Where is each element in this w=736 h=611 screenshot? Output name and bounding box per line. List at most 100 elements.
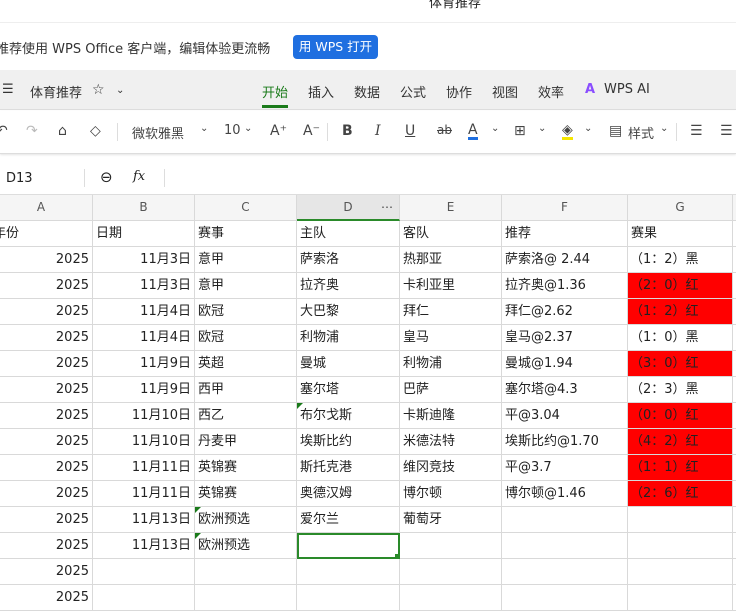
tab-start[interactable]: 开始: [262, 82, 288, 101]
strikethrough-button[interactable]: ab: [437, 123, 452, 137]
table-cell[interactable]: 2025: [0, 507, 93, 533]
border-icon[interactable]: ⊞: [514, 123, 526, 139]
cell-reference-box[interactable]: D13: [6, 171, 33, 186]
table-cell[interactable]: 11月13日: [93, 507, 195, 533]
chevron-down-icon[interactable]: ⌄: [491, 123, 499, 134]
table-cell[interactable]: 2025: [0, 429, 93, 455]
table-cell[interactable]: [93, 585, 195, 611]
chevron-down-icon[interactable]: ⌄: [200, 123, 208, 134]
table-cell[interactable]: 博尔顿@1.46: [502, 481, 628, 507]
table-cell[interactable]: [628, 507, 733, 533]
fill-color-icon[interactable]: ◈: [562, 123, 573, 140]
table-cell[interactable]: 曼城@1.94: [502, 351, 628, 377]
table-cell[interactable]: 2025: [0, 299, 93, 325]
table-cell[interactable]: 埃斯比约@1.70: [502, 429, 628, 455]
tab-data[interactable]: 数据: [354, 82, 380, 101]
table-cell[interactable]: 2025: [0, 533, 93, 559]
table-cell[interactable]: [502, 559, 628, 585]
table-cell[interactable]: [628, 585, 733, 611]
table-cell[interactable]: 拜仁: [400, 299, 502, 325]
table-cell[interactable]: 爱尔兰: [297, 507, 400, 533]
table-cell[interactable]: 卡利亚里: [400, 273, 502, 299]
table-cell[interactable]: 11月10日: [93, 403, 195, 429]
decrease-font-icon[interactable]: A⁻: [303, 123, 320, 139]
header-cell[interactable]: 赛果: [628, 221, 733, 247]
table-cell[interactable]: 拉齐奥: [297, 273, 400, 299]
tab-wps-ai[interactable]: WPS AI: [604, 82, 650, 97]
table-cell[interactable]: 埃斯比约: [297, 429, 400, 455]
column-header[interactable]: G: [628, 195, 733, 221]
table-cell[interactable]: [628, 533, 733, 559]
table-cell[interactable]: 2025: [0, 351, 93, 377]
align-center-icon[interactable]: ☰: [720, 123, 733, 139]
table-cell[interactable]: 丹麦甲: [195, 429, 297, 455]
table-cell[interactable]: [195, 585, 297, 611]
table-cell[interactable]: 利物浦: [400, 351, 502, 377]
italic-button[interactable]: I: [375, 123, 381, 139]
table-cell[interactable]: 萨索洛@ 2.44: [502, 247, 628, 273]
table-cell[interactable]: 11月9日: [93, 377, 195, 403]
table-cell[interactable]: （2：0）红: [628, 273, 733, 299]
table-cell[interactable]: 塞尔塔@4.3: [502, 377, 628, 403]
table-cell[interactable]: [400, 533, 502, 559]
table-cell[interactable]: 西乙: [195, 403, 297, 429]
table-cell[interactable]: （1：1）红: [628, 455, 733, 481]
font-color-icon[interactable]: A: [468, 123, 478, 140]
table-cell[interactable]: 欧洲预选: [195, 533, 297, 559]
table-cell[interactable]: 欧冠: [195, 325, 297, 351]
header-cell[interactable]: 客队: [400, 221, 502, 247]
eraser-icon[interactable]: ◇: [90, 123, 101, 139]
column-header[interactable]: F: [502, 195, 628, 221]
header-cell[interactable]: 年份: [0, 221, 93, 247]
table-cell[interactable]: 维冈竞技: [400, 455, 502, 481]
column-header[interactable]: C: [195, 195, 297, 221]
table-cell[interactable]: 2025: [0, 247, 93, 273]
align-left-icon[interactable]: ☰: [690, 123, 703, 139]
table-cell[interactable]: 2025: [0, 455, 93, 481]
chevron-down-icon[interactable]: ⌄: [660, 123, 668, 134]
header-cell[interactable]: 日期: [93, 221, 195, 247]
tab-collab[interactable]: 协作: [446, 82, 472, 101]
header-cell[interactable]: 主队: [297, 221, 400, 247]
column-header[interactable]: E: [400, 195, 502, 221]
tab-efficiency[interactable]: 效率: [538, 82, 564, 101]
table-cell[interactable]: [400, 559, 502, 585]
table-cell[interactable]: 平@3.7: [502, 455, 628, 481]
table-cell[interactable]: 皇马: [400, 325, 502, 351]
table-cell[interactable]: [502, 507, 628, 533]
table-cell[interactable]: 11月11日: [93, 455, 195, 481]
table-cell[interactable]: 西甲: [195, 377, 297, 403]
table-cell[interactable]: 11月4日: [93, 299, 195, 325]
zoom-search-icon[interactable]: ⊖: [100, 168, 113, 186]
table-cell[interactable]: [297, 559, 400, 585]
table-cell[interactable]: 11月11日: [93, 481, 195, 507]
table-cell[interactable]: 2025: [0, 403, 93, 429]
table-cell[interactable]: 11月9日: [93, 351, 195, 377]
table-cell[interactable]: 奥德汉姆: [297, 481, 400, 507]
table-cell[interactable]: [195, 559, 297, 585]
table-cell[interactable]: [502, 585, 628, 611]
underline-button[interactable]: U: [405, 123, 415, 139]
table-cell[interactable]: 11月13日: [93, 533, 195, 559]
table-cell[interactable]: 葡萄牙: [400, 507, 502, 533]
table-cell[interactable]: 英超: [195, 351, 297, 377]
column-header[interactable]: A: [0, 195, 93, 221]
table-cell[interactable]: 11月10日: [93, 429, 195, 455]
table-cell[interactable]: 2025: [0, 585, 93, 611]
table-cell[interactable]: （1：0）黑: [628, 325, 733, 351]
table-cell[interactable]: 2025: [0, 559, 93, 585]
table-cell[interactable]: 博尔顿: [400, 481, 502, 507]
table-cell[interactable]: 11月4日: [93, 325, 195, 351]
column-header[interactable]: D ⋯: [297, 195, 400, 221]
table-cell[interactable]: （0：0）红: [628, 403, 733, 429]
table-cell[interactable]: 萨索洛: [297, 247, 400, 273]
table-cell[interactable]: 斯托克港: [297, 455, 400, 481]
undo-icon[interactable]: ↶: [0, 123, 8, 139]
format-painter-icon[interactable]: ⌂: [58, 123, 67, 139]
table-cell[interactable]: 拜仁@2.62: [502, 299, 628, 325]
table-cell[interactable]: [297, 585, 400, 611]
selected-cell[interactable]: [297, 533, 400, 559]
table-cell[interactable]: 2025: [0, 377, 93, 403]
header-cell[interactable]: 推荐: [502, 221, 628, 247]
bold-button[interactable]: B: [342, 123, 353, 139]
